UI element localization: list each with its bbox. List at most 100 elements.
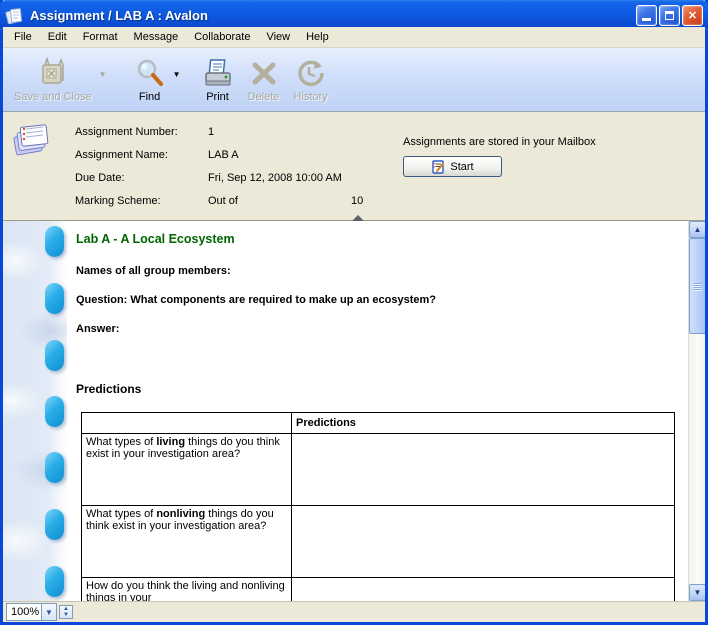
maximize-button[interactable] [659,5,680,26]
minimize-button[interactable] [636,5,657,26]
print-button[interactable]: Print [195,52,241,106]
zoom-level-value[interactable]: 100% [7,604,41,620]
minimize-icon [642,18,651,21]
question-cell: How do you think the living and nonlivin… [82,578,292,602]
document-heading: Lab A - A Local Ecosystem [76,232,688,246]
chevron-down-icon: ▼ [45,608,53,617]
question-bold-word: living [156,436,185,448]
delete-label: Delete [248,91,280,103]
menu-file[interactable]: File [6,29,40,45]
print-icon [202,57,234,89]
app-documents-icon [5,6,25,24]
find-button[interactable]: Find [127,52,173,106]
history-button[interactable]: History [287,52,335,106]
status-bar: 100% ▼ ▲▼ [3,601,705,622]
menu-message[interactable]: Message [126,29,187,45]
find-dropdown-icon[interactable]: ▼ [173,70,181,79]
assignment-number-row: Assignment Number: 1 [75,120,363,143]
save-and-close-label: Save and Close [14,91,92,103]
notepad-pencil-icon [431,160,445,174]
save-and-close-dropdown-icon[interactable]: ▼ [99,70,107,79]
zoom-stepper[interactable]: ▲▼ [59,605,73,619]
question-cell: What types of living things do you think… [82,434,292,506]
title-bar: Assignment / LAB A : Avalon ✕ [0,0,708,30]
answer-line: Answer: [76,323,688,335]
info-right-column: Assignments are stored in your Mailbox S… [403,136,596,177]
binding-ring [45,509,64,540]
question-bold-word: nonliving [156,508,205,520]
scrollbar-grip-icon [694,283,702,291]
menu-bar: File Edit Format Message Collaborate Vie… [3,27,705,48]
vertical-scrollbar[interactable]: ▲ ▼ [688,221,705,601]
assignment-fields: Assignment Number: 1 Assignment Name: LA… [75,120,363,212]
mailbox-note: Assignments are stored in your Mailbox [403,136,596,148]
table-header-row: Predictions [82,413,675,434]
question-text: What types of [86,508,156,520]
binding-ring [45,226,64,257]
history-label: History [294,91,328,103]
toolbar: Save and Close ▼ Find ▼ [3,48,705,112]
spinner-down-icon: ▼ [63,612,69,618]
table-row: How do you think the living and nonlivin… [82,578,675,602]
predictions-table: Predictions What types of living things … [81,412,675,601]
scroll-down-button[interactable]: ▼ [689,584,705,601]
group-members-line: Names of all group members: [76,265,688,277]
binding-ring [45,396,64,427]
window-controls: ✕ [636,5,703,26]
menu-help[interactable]: Help [298,29,337,45]
assignment-notebooks-icon [11,121,51,157]
marking-scheme-label: Marking Scheme: [75,195,208,207]
save-and-close-button[interactable]: Save and Close [7,52,99,106]
binding-ring [45,566,64,597]
marking-scheme-points: 10 [351,195,363,207]
table-row: What types of nonliving things do you th… [82,506,675,578]
document-body: Lab A - A Local Ecosystem Names of all g… [67,221,688,601]
due-date-label: Due Date: [75,172,208,184]
chevron-up-icon: ▲ [694,225,702,234]
menu-collaborate[interactable]: Collaborate [186,29,258,45]
app-window: Assignment / LAB A : Avalon ✕ File Edit … [0,0,708,625]
assignment-name-value: LAB A [208,149,239,161]
assignment-number-label: Assignment Number: [75,126,208,138]
table-header-empty [82,413,292,434]
answer-cell [292,506,675,578]
question-text: What types of [86,436,156,448]
scroll-up-button[interactable]: ▲ [689,221,705,238]
table-header-predictions: Predictions [292,413,675,434]
answer-cell [292,434,675,506]
delete-button[interactable]: Delete [241,52,287,106]
binding-ring [45,283,64,314]
find-icon [134,57,166,89]
binding-ring [45,340,64,371]
save-and-close-icon [37,57,69,89]
marking-scheme-row: Marking Scheme: Out of 10 [75,189,363,212]
find-label: Find [139,91,160,103]
menu-edit[interactable]: Edit [40,29,75,45]
menu-format[interactable]: Format [75,29,126,45]
chevron-down-icon: ▼ [694,588,702,597]
menu-view[interactable]: View [258,29,298,45]
assignment-info-panel: Assignment Number: 1 Assignment Name: LA… [3,113,705,215]
delete-icon [248,57,280,89]
assignment-number-value: 1 [208,126,214,138]
document-view: Lab A - A Local Ecosystem Names of all g… [3,221,705,601]
zoom-dropdown-button[interactable]: ▼ [41,604,56,620]
question-line: Question: What components are required t… [76,294,688,306]
scrollbar-thumb[interactable] [689,238,705,334]
due-date-row: Due Date: Fri, Sep 12, 2008 10:00 AM [75,166,363,189]
question-text: How do you think the living and nonlivin… [86,580,285,601]
predictions-heading: Predictions [76,382,688,396]
assignment-name-label: Assignment Name: [75,149,208,161]
zoom-control[interactable]: 100% ▼ [6,603,57,621]
start-button[interactable]: Start [403,156,502,177]
question-cell: What types of nonliving things do you th… [82,506,292,578]
history-icon [295,57,327,89]
close-icon: ✕ [688,9,697,22]
start-button-label: Start [450,161,473,173]
window-title: Assignment / LAB A : Avalon [30,8,636,23]
binding-ring [45,452,64,483]
close-button[interactable]: ✕ [682,5,703,26]
table-row: What types of living things do you think… [82,434,675,506]
assignment-name-row: Assignment Name: LAB A [75,143,363,166]
answer-cell [292,578,675,602]
